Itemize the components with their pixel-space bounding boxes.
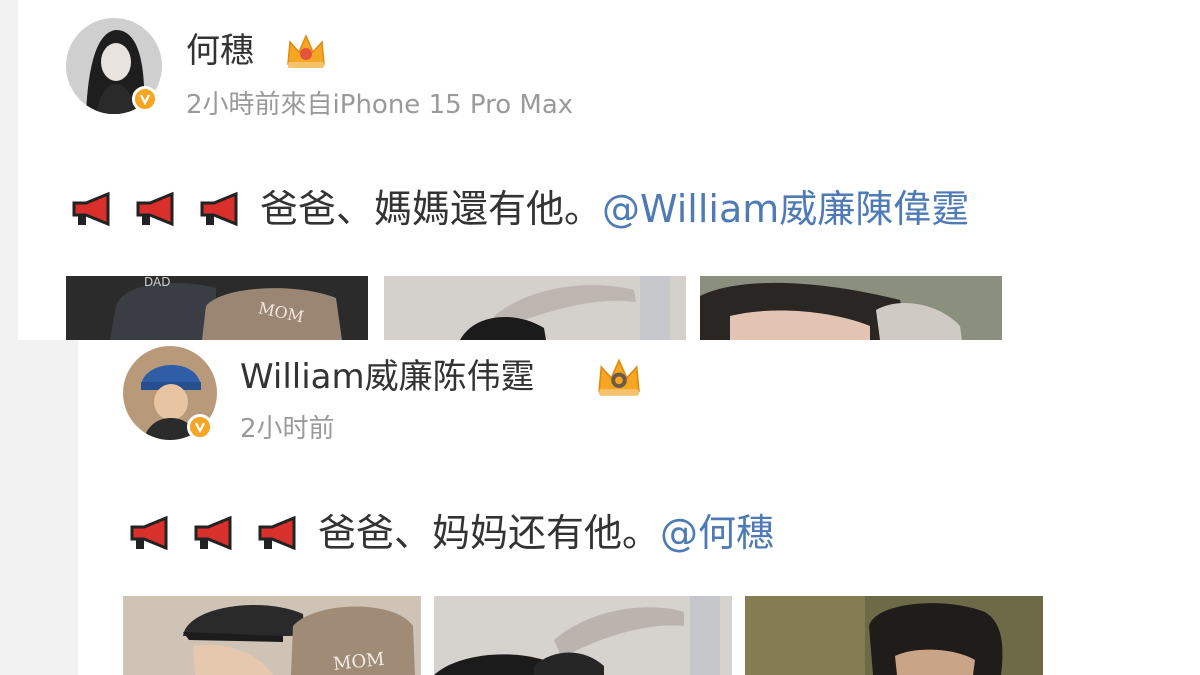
username[interactable]: William威廉陈伟霆 xyxy=(240,360,535,394)
mention-link[interactable]: @何穗 xyxy=(660,514,774,552)
verified-badge-icon xyxy=(187,414,213,440)
megaphone-icon xyxy=(68,190,122,228)
username[interactable]: 何穗 xyxy=(186,34,254,68)
post-photo-1[interactable]: DAD MOM xyxy=(66,276,368,340)
post-photo-3[interactable] xyxy=(700,276,1002,340)
post-photo-3[interactable] xyxy=(745,596,1043,675)
post-photo-2[interactable] xyxy=(434,596,732,675)
cap-label-dad: DAD xyxy=(144,276,170,289)
weibo-post-2: William威廉陈伟霆 2小时前 爸爸、妈妈还有他。 @何穗 MOM xyxy=(78,340,1200,675)
avatar[interactable] xyxy=(66,18,162,114)
megaphone-icon xyxy=(254,514,308,552)
crown-icon xyxy=(598,358,640,396)
post-text: 爸爸、妈妈还有他。 xyxy=(318,511,661,555)
megaphone-icon xyxy=(190,514,244,552)
post-photo-2[interactable] xyxy=(384,276,686,340)
post-content: 爸爸、媽媽還有他。 @William威廉陳偉霆 xyxy=(68,190,969,228)
mention-link[interactable]: @William威廉陳偉霆 xyxy=(602,190,969,228)
post-photo-1[interactable]: MOM xyxy=(123,596,421,675)
megaphone-icon xyxy=(126,514,180,552)
megaphone-icon xyxy=(196,190,250,228)
post-text: 爸爸、媽媽還有他。 xyxy=(260,187,603,231)
post-content: 爸爸、妈妈还有他。 @何穗 xyxy=(126,514,774,552)
avatar[interactable] xyxy=(123,346,217,440)
crown-icon xyxy=(287,34,325,68)
post-meta: 2小时前 xyxy=(240,414,335,444)
weibo-post-1: 何穗 2小時前來自iPhone 15 Pro Max 爸爸、媽媽還有他。 @Wi… xyxy=(18,0,1200,340)
verified-badge-icon xyxy=(132,86,158,112)
megaphone-icon xyxy=(132,190,186,228)
post-meta: 2小時前來自iPhone 15 Pro Max xyxy=(186,90,574,120)
